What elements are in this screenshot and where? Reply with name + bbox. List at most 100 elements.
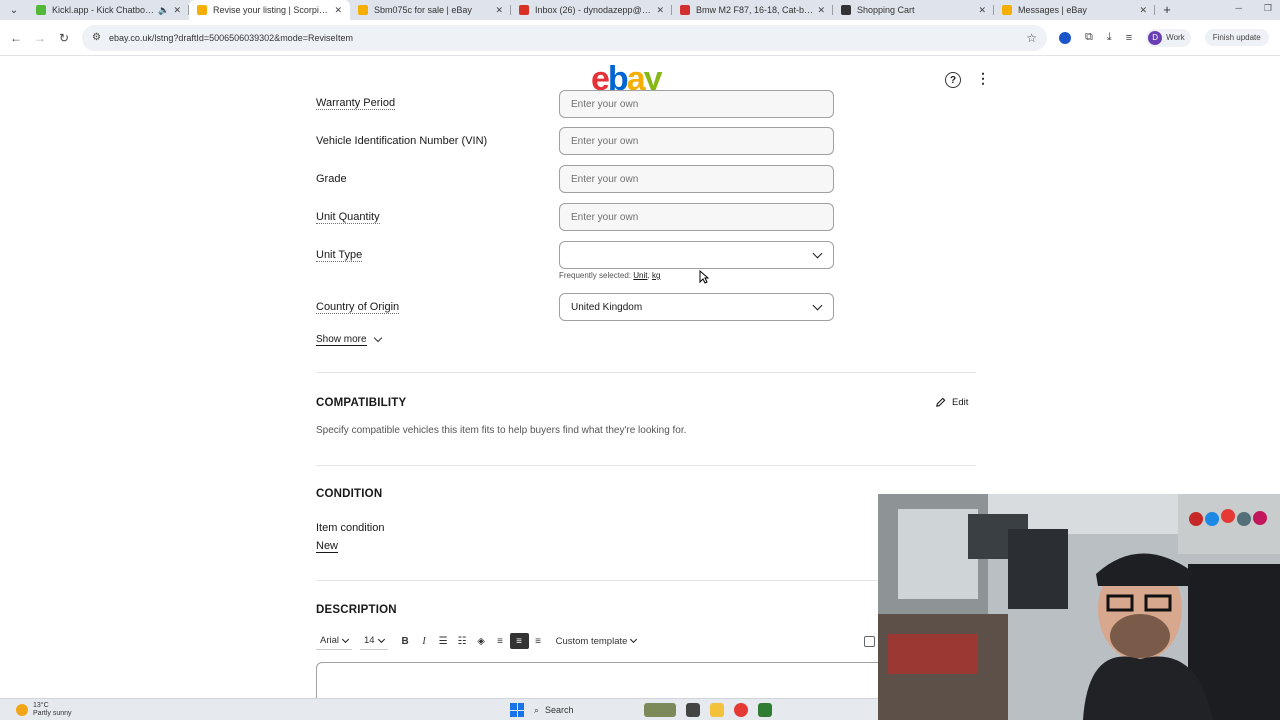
compatibility-edit-button[interactable]: Edit xyxy=(935,397,968,408)
font-size-select[interactable]: 14 xyxy=(360,632,388,650)
taskbar-apps: ⌕ Search xyxy=(510,702,772,718)
tab-close-icon[interactable]: ✕ xyxy=(334,5,342,16)
unit-type-select[interactable] xyxy=(559,241,834,269)
section-divider xyxy=(316,465,976,466)
vin-input[interactable]: Enter your own xyxy=(559,127,834,155)
description-title: DESCRIPTION xyxy=(316,604,397,616)
condition-title: CONDITION xyxy=(316,488,383,500)
bold-icon[interactable]: B xyxy=(396,633,415,649)
tab-title: Revise your listing | Scorpion R xyxy=(213,5,331,15)
puzzle-icon[interactable]: ⧉ xyxy=(1085,31,1093,44)
browser-tab[interactable]: Kickl.app - Kick Chatbot a 🔈 ✕ xyxy=(28,0,189,20)
tab-title: Kickl.app - Kick Chatbot a xyxy=(52,5,155,15)
windows-start-icon[interactable] xyxy=(510,703,524,717)
profile-label: Work xyxy=(1166,33,1185,42)
browser-toolbar: ← → ↻ ⚙ ebay.co.uk/lstng?draftId=5006506… xyxy=(0,20,1280,56)
warranty-period-input[interactable]: Enter your own xyxy=(559,90,834,118)
browser-tab[interactable]: Inbox (26) - dynodazepp@gm ✕ xyxy=(511,0,672,20)
more-options-icon[interactable]: ⋮ xyxy=(976,70,990,87)
webcam-person-image xyxy=(878,494,1280,720)
align-left-icon[interactable]: ≡ xyxy=(491,633,510,649)
show-more-button[interactable]: Show more xyxy=(316,333,382,346)
tab-close-icon[interactable]: ✕ xyxy=(978,5,986,16)
fill-color-icon[interactable]: ◈ xyxy=(472,633,491,649)
sun-icon xyxy=(16,704,28,716)
browser-tab[interactable]: Revise your listing | Scorpion R ✕ xyxy=(189,0,350,20)
task-view-icon[interactable] xyxy=(686,703,700,717)
description-editor[interactable] xyxy=(316,662,916,702)
chrome-icon[interactable] xyxy=(734,703,748,717)
numbered-list-icon[interactable]: ☷ xyxy=(453,633,472,649)
italic-icon[interactable]: I xyxy=(415,633,434,649)
tab-audio-icon[interactable]: 🔈 xyxy=(158,5,169,16)
tab-close-icon[interactable]: ✕ xyxy=(656,5,664,16)
specific-label-vin: Vehicle Identification Number (VIN) xyxy=(316,135,488,147)
browser-tab[interactable]: Sbm075c for sale | eBay ✕ xyxy=(350,0,511,20)
unit-quantity-input[interactable]: Enter your own xyxy=(559,203,834,231)
tab-favicon-icon xyxy=(197,5,207,15)
frequent-option-unit[interactable]: Unit xyxy=(633,271,647,280)
browser-tab[interactable]: Bmw M2 F87, 16-18, Cat-back ✕ xyxy=(672,0,833,20)
specific-label-warranty: Warranty Period xyxy=(316,97,396,110)
search-label: Search xyxy=(545,705,574,715)
avatar: D xyxy=(1148,30,1163,45)
weather-status: Partly sunny xyxy=(33,710,72,717)
tab-search-chevron-icon[interactable]: ⌄ xyxy=(0,0,28,20)
align-center-icon[interactable]: ≡ xyxy=(509,633,529,649)
item-condition-value[interactable]: New xyxy=(316,540,339,553)
tab-title: Shopping Cart xyxy=(857,5,915,15)
specific-label-grade: Grade xyxy=(316,173,347,185)
file-explorer-icon[interactable] xyxy=(710,703,724,717)
download-icon[interactable]: ⤓ xyxy=(1107,31,1112,44)
taskbar-search[interactable]: ⌕ Search xyxy=(534,702,634,718)
weather-widget[interactable]: 13°C Partly sunny xyxy=(16,702,72,718)
forward-icon[interactable]: → xyxy=(28,31,52,45)
mouse-cursor-icon xyxy=(699,270,709,284)
tab-title: Bmw M2 F87, 16-18, Cat-back xyxy=(696,5,814,15)
country-of-origin-select[interactable]: United Kingdom xyxy=(559,293,834,321)
tab-list: Kickl.app - Kick Chatbot a 🔈 ✕ Revise your … xyxy=(28,0,1155,20)
grade-input[interactable]: Enter your own xyxy=(559,165,834,193)
tab-title: Messages | eBay xyxy=(1018,5,1087,15)
back-icon[interactable]: ← xyxy=(4,31,28,45)
html-mode-checkbox[interactable] xyxy=(864,636,875,647)
new-tab-button[interactable]: + xyxy=(1155,0,1179,20)
extension-icon[interactable] xyxy=(1059,31,1071,44)
frequent-option-kg[interactable]: kg xyxy=(652,271,660,280)
profile-button[interactable]: D Work xyxy=(1146,28,1191,47)
specific-label-unit-type: Unit Type xyxy=(316,249,363,262)
chevron-down-icon xyxy=(377,635,385,643)
tab-close-icon[interactable]: ✕ xyxy=(173,5,181,16)
font-family-select[interactable]: Arial xyxy=(316,632,353,650)
tab-close-icon[interactable]: ✕ xyxy=(495,5,503,16)
widgets-icon[interactable] xyxy=(644,703,676,717)
tab-favicon-icon xyxy=(680,5,690,15)
media-icon[interactable]: ≡ xyxy=(1126,32,1132,44)
finish-update-button[interactable]: Finish update xyxy=(1204,29,1269,46)
pencil-icon xyxy=(936,397,946,407)
search-icon: ⌕ xyxy=(534,704,540,715)
chevron-down-icon xyxy=(812,248,823,258)
chevron-down-icon xyxy=(373,333,382,343)
reload-icon[interactable]: ↻ xyxy=(52,31,76,45)
help-icon[interactable]: ? xyxy=(945,72,961,88)
site-info-icon[interactable]: ⚙ xyxy=(92,32,101,43)
chevron-down-icon xyxy=(812,300,823,310)
specific-label-unit-quantity: Unit Quantity xyxy=(316,211,380,224)
restore-icon[interactable]: ❐ xyxy=(1264,3,1272,14)
app-icon[interactable] xyxy=(758,703,772,717)
tab-close-icon[interactable]: ✕ xyxy=(1139,5,1147,16)
custom-template-select[interactable]: Custom template xyxy=(552,632,641,650)
bulleted-list-icon[interactable]: ☰ xyxy=(434,633,453,649)
minimize-icon[interactable]: ─ xyxy=(1236,3,1242,14)
tab-close-icon[interactable]: ✕ xyxy=(817,5,825,16)
browser-tab[interactable]: Messages | eBay ✕ xyxy=(994,0,1155,20)
font-family-value: Arial xyxy=(320,635,340,646)
chevron-down-icon xyxy=(630,635,638,644)
bookmark-star-icon[interactable]: ☆ xyxy=(1026,31,1037,45)
align-right-icon[interactable]: ≡ xyxy=(529,633,548,649)
compatibility-description: Specify compatible vehicles this item fi… xyxy=(316,425,687,436)
browser-tab[interactable]: Shopping Cart ✕ xyxy=(833,0,994,20)
section-divider xyxy=(316,580,976,581)
address-bar[interactable]: ⚙ ebay.co.uk/lstng?draftId=5006506039302… xyxy=(82,24,1047,51)
